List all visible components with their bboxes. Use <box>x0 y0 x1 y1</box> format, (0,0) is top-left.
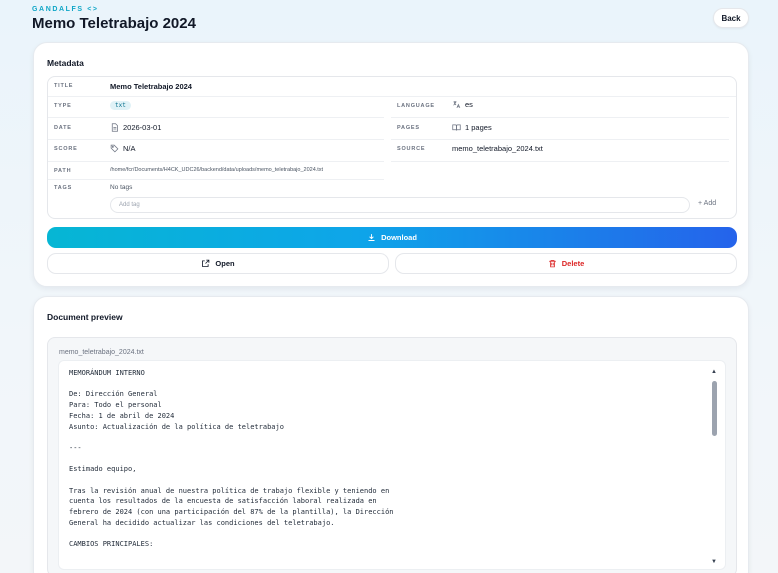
pages-label: PAGES <box>397 125 420 131</box>
path-value: /home/fcr/Documents/H4CK_UDC26/backend/d… <box>110 167 324 173</box>
document-icon <box>110 123 119 132</box>
date-text: 2026-03-01 <box>123 123 162 132</box>
delete-label: Delete <box>561 259 585 268</box>
brand-label: GANDALFS <> <box>32 6 99 13</box>
divider <box>391 117 729 118</box>
back-button[interactable]: Back <box>713 8 749 28</box>
preview-file-name: memo_teletrabajo_2024.txt <box>59 349 144 356</box>
preview-container: memo_teletrabajo_2024.txt MEMORÁNDUM INT… <box>47 337 737 573</box>
score-label: SCORE <box>54 146 78 152</box>
path-label: PATH <box>54 168 72 174</box>
source-label: SOURCE <box>397 146 426 152</box>
download-label: Download <box>381 233 417 242</box>
preview-text-area[interactable]: MEMORÁNDUM INTERNO De: Dirección General… <box>58 360 726 570</box>
add-tag-button[interactable]: + Add <box>698 200 716 207</box>
trash-icon <box>548 259 557 268</box>
divider <box>48 96 736 97</box>
open-label: Open <box>215 259 235 268</box>
score-value: N/A <box>110 144 136 153</box>
language-text: es <box>465 100 473 109</box>
delete-button[interactable]: Delete <box>395 253 737 274</box>
language-label: LANGUAGE <box>397 103 435 109</box>
pages-text: 1 pages <box>465 123 492 132</box>
divider <box>48 117 384 118</box>
scroll-down-icon[interactable]: ▼ <box>711 559 717 565</box>
open-button[interactable]: Open <box>47 253 389 274</box>
download-icon <box>367 233 376 242</box>
date-label: DATE <box>54 125 72 131</box>
pages-value: 1 pages <box>452 123 492 132</box>
type-value: txt <box>110 101 131 110</box>
metadata-table: TITLE Memo Teletrabajo 2024 TYPE txt LAN… <box>47 76 737 219</box>
translate-icon <box>452 100 461 109</box>
tag-icon <box>110 144 119 153</box>
scrollbar[interactable]: ▲ ▼ <box>711 369 717 565</box>
divider <box>48 179 384 180</box>
page-header: GANDALFS <> Memo Teletrabajo 2024 <box>32 6 196 32</box>
type-badge: txt <box>110 101 131 110</box>
type-label: TYPE <box>54 103 72 109</box>
book-open-icon <box>452 123 461 132</box>
language-value: es <box>452 100 473 109</box>
download-button[interactable]: Download <box>47 227 737 248</box>
scroll-up-icon[interactable]: ▲ <box>711 369 717 375</box>
preview-section-title: Document preview <box>47 312 123 322</box>
metadata-card: Metadata TITLE Memo Teletrabajo 2024 TYP… <box>33 42 749 287</box>
source-value: memo_teletrabajo_2024.txt <box>452 144 543 153</box>
divider <box>391 161 729 162</box>
title-label: TITLE <box>54 83 74 89</box>
divider <box>391 139 729 140</box>
scrollbar-thumb[interactable] <box>712 381 717 436</box>
page-title: Memo Teletrabajo 2024 <box>32 15 196 32</box>
external-link-icon <box>201 259 210 268</box>
divider <box>48 161 384 162</box>
title-value: Memo Teletrabajo 2024 <box>110 82 192 91</box>
score-text: N/A <box>123 144 136 153</box>
divider <box>48 139 384 140</box>
tags-label: TAGS <box>54 185 73 191</box>
preview-card: Document preview memo_teletrabajo_2024.t… <box>33 296 749 573</box>
add-tag-input[interactable]: Add tag <box>110 197 690 213</box>
tags-value: No tags <box>110 184 133 191</box>
preview-text: MEMORÁNDUM INTERNO De: Dirección General… <box>69 369 394 549</box>
date-value: 2026-03-01 <box>110 123 161 132</box>
metadata-section-title: Metadata <box>47 58 84 68</box>
